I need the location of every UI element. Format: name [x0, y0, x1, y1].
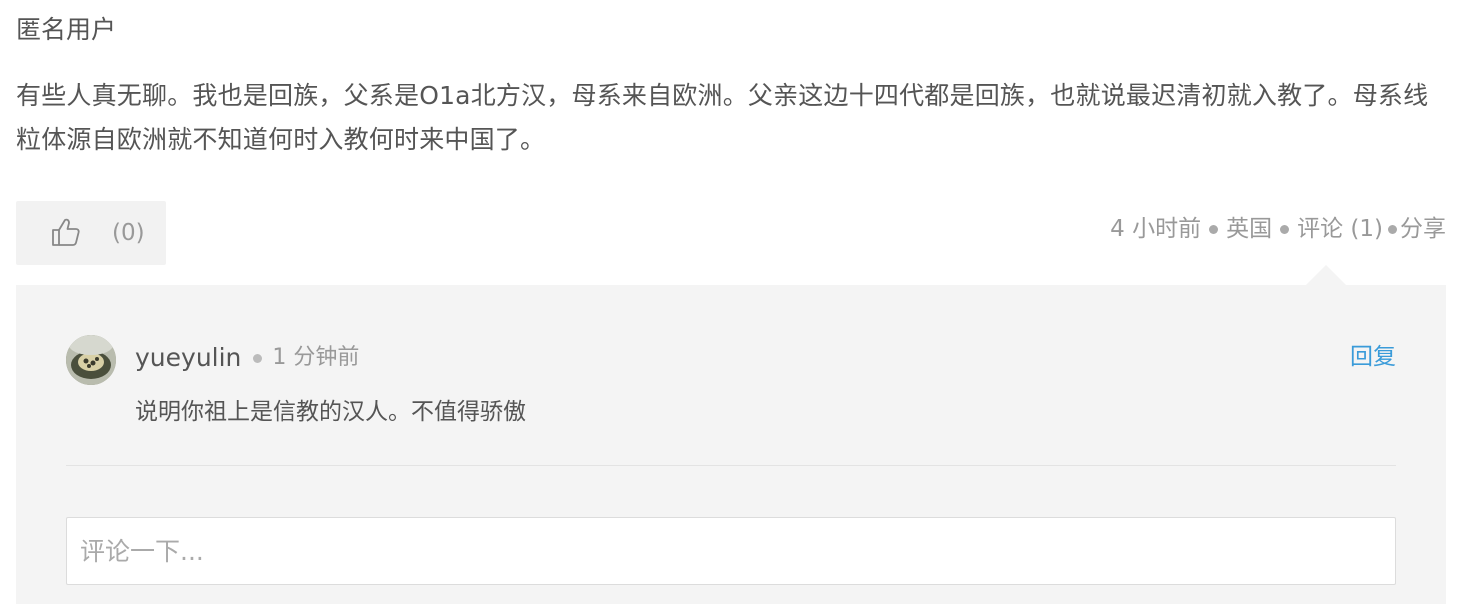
- comment-text: 说明你祖上是信教的汉人。不值得骄傲: [135, 399, 526, 425]
- comment-panel-caret: [1306, 265, 1346, 285]
- comment-input[interactable]: [66, 517, 1396, 585]
- reply-button[interactable]: 回复: [1350, 340, 1396, 374]
- separator-dot: [1280, 224, 1290, 234]
- like-count: (0): [112, 220, 145, 246]
- answer-content: 有些人真无聊。我也是回族，父系是O1a北方汉，母系来自欧洲。父亲这边十四代都是回…: [16, 81, 1429, 154]
- comment-header: yueyulin 1 分钟前: [135, 340, 359, 376]
- like-button[interactable]: (0): [16, 201, 166, 265]
- divider: [66, 465, 1396, 466]
- avatar[interactable]: [66, 335, 116, 385]
- separator-dot: [1209, 224, 1219, 234]
- comment-username[interactable]: yueyulin: [135, 340, 241, 376]
- comments-toggle[interactable]: 评论 (1): [1297, 211, 1383, 247]
- answer-location: 英国: [1226, 216, 1273, 242]
- answer-time: 4 小时前: [1110, 216, 1202, 242]
- answer-meta: 4 小时前 英国 评论 (1) 分享: [1110, 211, 1446, 247]
- answer-author: 匿名用户: [16, 15, 117, 44]
- thumbs-up-icon: [52, 218, 80, 246]
- separator-dot: [1388, 224, 1397, 234]
- comment-time: 1 分钟前: [272, 345, 360, 370]
- separator-dot: [253, 353, 263, 363]
- share-link[interactable]: 分享: [1400, 211, 1446, 247]
- avatar-image: [66, 335, 116, 385]
- answer-card: 匿名用户 有些人真无聊。我也是回族，父系是O1a北方汉，母系来自欧洲。父亲这边十…: [0, 0, 1462, 604]
